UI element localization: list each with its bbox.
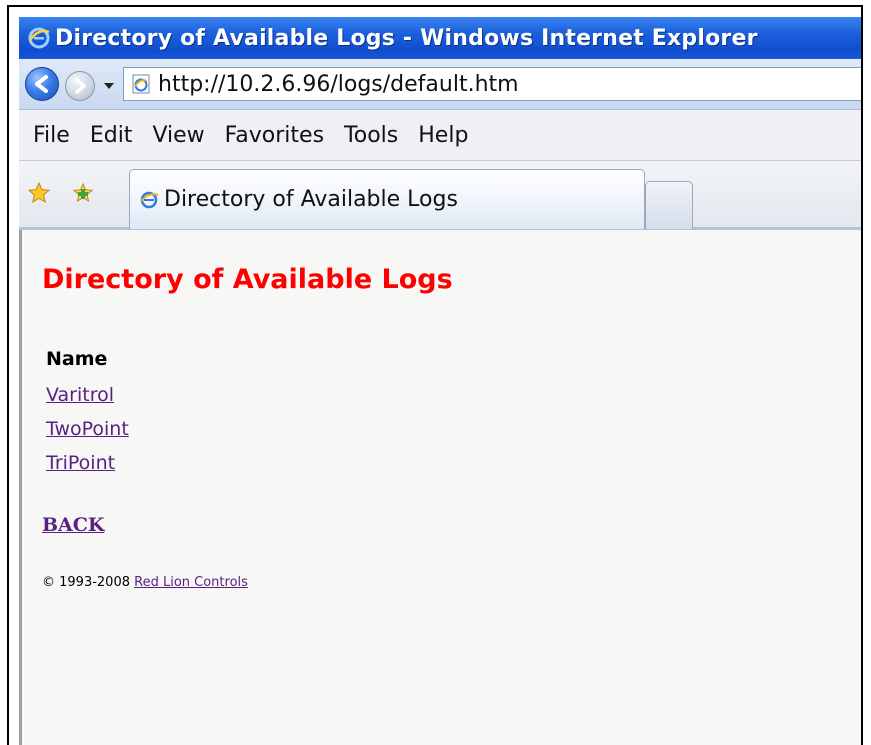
tab-directory-of-available-logs[interactable]: Directory of Available Logs bbox=[129, 169, 645, 229]
ie-logo-icon bbox=[28, 27, 50, 49]
window-title: Directory of Available Logs - Windows In… bbox=[55, 25, 758, 51]
menu-edit[interactable]: Edit bbox=[90, 123, 133, 148]
browser-window: Directory of Available Logs - Windows In… bbox=[19, 17, 861, 745]
log-link-varitrol[interactable]: Varitrol bbox=[46, 384, 114, 406]
copyright-text: © 1993-2008 bbox=[42, 575, 130, 590]
menu-help[interactable]: Help bbox=[418, 123, 468, 148]
star-icon[interactable] bbox=[27, 181, 51, 205]
url-input[interactable] bbox=[158, 71, 838, 97]
screenshot-frame: Directory of Available Logs - Windows In… bbox=[7, 5, 863, 745]
tab-bar: Directory of Available Logs bbox=[19, 161, 861, 230]
page-content: Directory of Available Logs Name Varitro… bbox=[19, 230, 861, 745]
menu-bar: File Edit View Favorites Tools Help bbox=[19, 110, 861, 161]
column-header-name: Name bbox=[46, 348, 108, 370]
log-link-tripoint[interactable]: TriPoint bbox=[46, 452, 115, 474]
address-bar[interactable] bbox=[123, 67, 861, 101]
page-heading: Directory of Available Logs bbox=[42, 264, 453, 295]
ie-page-icon bbox=[132, 74, 150, 94]
new-tab-button[interactable] bbox=[645, 181, 693, 229]
back-link[interactable]: BACK bbox=[42, 514, 104, 536]
footer: © 1993-2008 Red Lion Controls bbox=[42, 575, 248, 590]
forward-button[interactable] bbox=[65, 71, 95, 101]
log-link-twopoint[interactable]: TwoPoint bbox=[46, 418, 129, 440]
navigation-bar bbox=[19, 59, 861, 110]
red-lion-controls-link[interactable]: Red Lion Controls bbox=[134, 575, 248, 590]
back-button[interactable] bbox=[25, 67, 59, 101]
tab-label: Directory of Available Logs bbox=[164, 187, 458, 212]
title-bar: Directory of Available Logs - Windows In… bbox=[19, 17, 861, 59]
back-arrow-icon bbox=[35, 75, 48, 93]
menu-view[interactable]: View bbox=[152, 123, 204, 148]
menu-file[interactable]: File bbox=[33, 123, 70, 148]
menu-favorites[interactable]: Favorites bbox=[225, 123, 324, 148]
menu-tools[interactable]: Tools bbox=[344, 123, 398, 148]
chevron-down-icon[interactable] bbox=[101, 80, 117, 92]
forward-arrow-icon bbox=[75, 78, 86, 94]
ie-page-icon bbox=[140, 191, 159, 208]
add-star-icon[interactable] bbox=[71, 181, 95, 205]
